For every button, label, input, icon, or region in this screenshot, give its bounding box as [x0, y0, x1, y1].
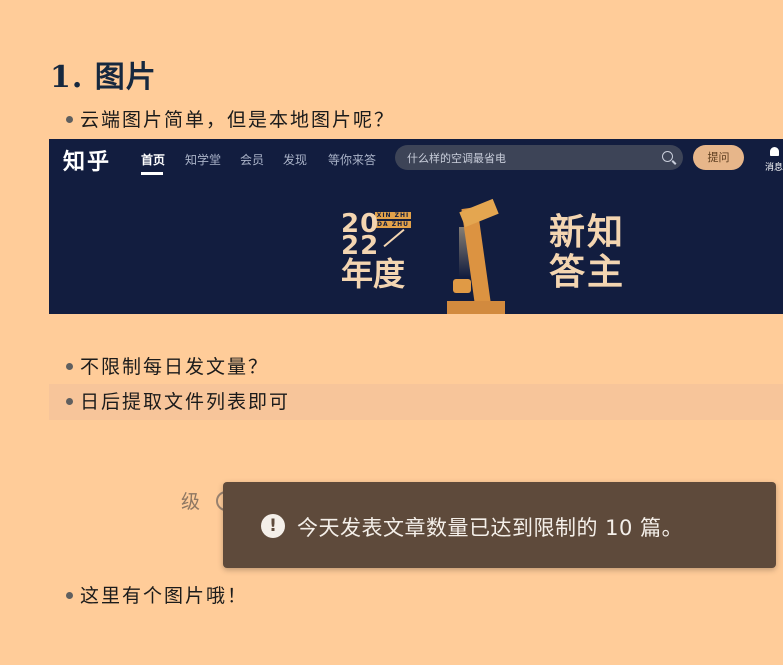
- list-item: 云端图片简单，但是本地图片呢？: [66, 107, 395, 133]
- limit-toast: ! 今天发表文章数量已达到限制的 10 篇。: [223, 482, 776, 568]
- list-item: 日后提取文件列表即可: [66, 389, 290, 415]
- list-item: 这里有个图片哦！: [66, 583, 248, 609]
- trophy-base: [447, 301, 505, 314]
- list-item: 不限制每日发文量？: [66, 354, 269, 380]
- bullet-dot: [66, 362, 73, 370]
- nav-home: 首页: [141, 153, 166, 167]
- nav-member: 会员: [240, 153, 265, 167]
- ask-button: 提问: [693, 145, 744, 170]
- nav-zhixuetang: 知学堂: [185, 153, 222, 167]
- nav-waiting-answer: 等你来答: [328, 153, 377, 167]
- bullet-dot: [66, 397, 73, 405]
- art-title: 新知 答主: [549, 212, 626, 293]
- trophy-camera: [453, 279, 471, 293]
- search-placeholder: 什么样的空调最省电: [407, 152, 506, 165]
- search-box: 什么样的空调最省电: [395, 145, 683, 170]
- level-label-basic: 级: [181, 491, 201, 513]
- bullet-dot: [66, 591, 73, 599]
- nav-active-underline: [141, 172, 163, 175]
- bullet-dot: [66, 115, 73, 123]
- zhihu-banner-image: 知乎 首页 知学堂 会员 发现 等你来答 什么样的空调最省电 提问 消息 XIN…: [49, 139, 783, 314]
- toast-message: 今天发表文章数量已达到限制的 10 篇。: [297, 516, 684, 540]
- search-icon: [662, 151, 673, 162]
- message-label: 消息: [765, 163, 783, 173]
- nav-discover: 发现: [283, 153, 308, 167]
- zhihu-logo: 知乎: [63, 150, 112, 175]
- section-heading: 1. 图片: [50, 60, 157, 95]
- zhihu-nav-bar: 知乎 首页 知学堂 会员 发现 等你来答 什么样的空调最省电 提问 消息: [49, 139, 783, 177]
- exclamation-icon: !: [261, 514, 285, 538]
- bell-icon: [770, 147, 779, 156]
- art-year: 20 22 年度: [341, 209, 406, 293]
